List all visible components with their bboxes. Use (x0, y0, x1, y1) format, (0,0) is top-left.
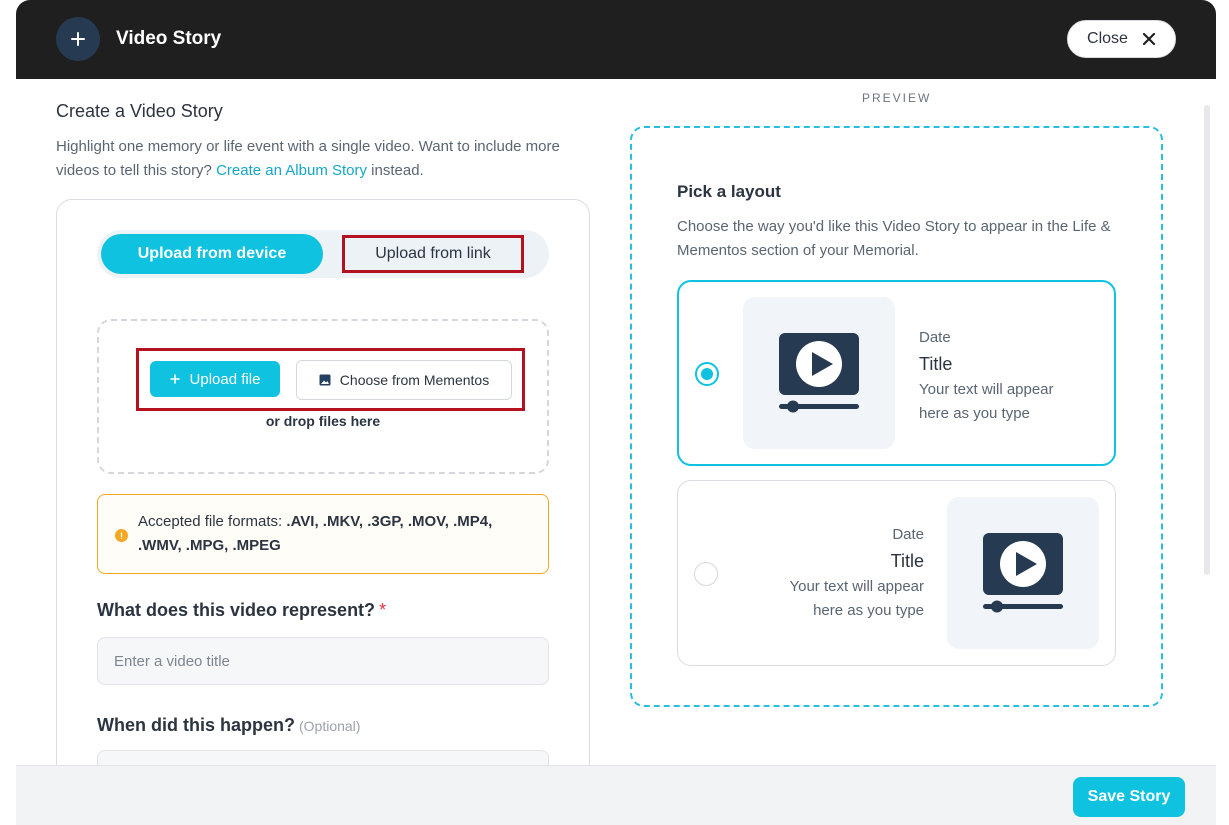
section-title: Create a Video Story (56, 101, 223, 122)
layout-text-block: Date Title Your text will appear here as… (919, 326, 1054, 426)
required-mark: * (379, 600, 386, 620)
formats-label: Accepted file formats: (138, 513, 282, 530)
optional-label: (Optional) (299, 718, 360, 734)
tab-upload-from-device[interactable]: Upload from device (101, 234, 323, 274)
pick-layout-description: Choose the way you'd like this Video Sto… (677, 215, 1117, 263)
video-thumbnail (947, 497, 1099, 649)
modal-footer: Save Story (16, 765, 1216, 825)
modal-content: Create a Video Story Highlight one memor… (16, 79, 1216, 765)
image-icon (319, 374, 331, 386)
tab-upload-from-link[interactable]: Upload from link (342, 235, 524, 273)
album-story-link[interactable]: Create an Album Story (216, 162, 367, 179)
date-question: When did this happen?(Optional) (97, 715, 360, 736)
layout-text-line: here as you type (919, 402, 1054, 426)
save-story-button[interactable]: Save Story (1073, 777, 1185, 817)
accepted-formats-notice: ! Accepted file formats: .AVI, .MKV, .3G… (97, 494, 549, 574)
layout-preview-panel: Pick a layout Choose the way you'd like … (630, 126, 1163, 707)
upload-file-label: Upload file (190, 371, 261, 388)
date-input[interactable] (97, 750, 549, 765)
layout-date: Date (919, 326, 1054, 350)
video-story-modal: Video Story Close Create a Video Story H… (16, 0, 1216, 825)
layout-text-line: Your text will appear (919, 378, 1054, 402)
layout-text-line: here as you type (789, 599, 924, 623)
layout-option-media-right[interactable]: Date Title Your text will appear here as… (677, 480, 1116, 666)
choose-from-mementos-button[interactable]: Choose from Mementos (296, 360, 512, 400)
content-scrollbar[interactable] (1204, 105, 1210, 575)
layout-title: Title (919, 350, 1054, 378)
video-play-icon (779, 333, 859, 413)
upload-source-tabs: Upload from device Upload from link (97, 230, 549, 278)
formats-text: Accepted file formats: .AVI, .MKV, .3GP,… (138, 510, 538, 558)
layout-date: Date (789, 523, 924, 547)
layout-title: Title (789, 547, 924, 575)
modal-title: Video Story (116, 28, 221, 50)
file-dropzone[interactable]: Upload file Choose from Mementos or drop… (97, 319, 549, 474)
video-play-icon (983, 533, 1063, 613)
video-thumbnail (743, 297, 895, 449)
layout-text-line: Your text will appear (789, 575, 924, 599)
close-button[interactable]: Close (1067, 20, 1176, 58)
video-title-input[interactable] (97, 637, 549, 685)
pick-layout-title: Pick a layout (677, 182, 781, 202)
plus-icon (56, 17, 100, 61)
close-label: Close (1087, 30, 1128, 48)
mementos-label: Choose from Mementos (340, 372, 489, 388)
layout-option-media-left[interactable]: Date Title Your text will appear here as… (677, 280, 1116, 466)
plus-icon (170, 374, 180, 384)
layout-radio-unselected[interactable] (694, 562, 718, 586)
modal-header: Video Story Close (16, 0, 1216, 79)
drop-hint: or drop files here (99, 413, 547, 429)
video-title-label: What does this video represent? (97, 600, 375, 620)
intro-suffix: instead. (371, 162, 424, 179)
upload-file-button[interactable]: Upload file (150, 361, 280, 397)
upload-form-card: Upload from device Upload from link Uplo… (56, 199, 590, 765)
layout-text-block: Date Title Your text will appear here as… (789, 523, 924, 623)
preview-label: PREVIEW (862, 91, 931, 105)
date-label: When did this happen? (97, 715, 295, 735)
intro-text: Highlight one memory or life event with … (56, 135, 576, 183)
close-icon (1142, 32, 1156, 46)
info-icon: ! (115, 529, 128, 542)
video-title-question: What does this video represent?* (97, 600, 386, 621)
layout-radio-selected[interactable] (695, 362, 719, 386)
